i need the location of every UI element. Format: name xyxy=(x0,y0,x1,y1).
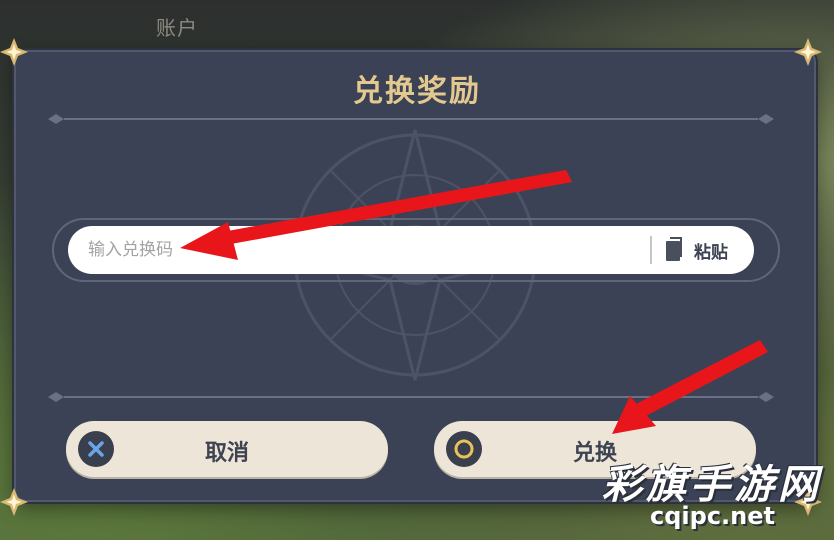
star-divider-icon xyxy=(48,392,774,402)
redeem-code-input[interactable] xyxy=(88,226,628,274)
paste-label: 粘贴 xyxy=(694,243,728,263)
watermark-en: cqipc.net xyxy=(650,502,775,530)
corner-ornament-icon xyxy=(0,488,28,516)
input-separator xyxy=(650,236,652,264)
account-tab-label: 账户 xyxy=(156,16,198,40)
cancel-button[interactable]: 取消 xyxy=(66,421,388,477)
corner-ornament-icon xyxy=(0,38,28,66)
dialog-title: 兑换奖励 xyxy=(353,74,481,109)
star-divider-icon xyxy=(48,114,774,124)
cancel-button-label: 取消 xyxy=(204,441,249,466)
site-watermark: 彩旗手游网 cqipc.net xyxy=(594,452,830,538)
redeem-code-field: 粘贴 xyxy=(68,226,754,274)
clipboard-icon xyxy=(666,237,682,261)
paste-button[interactable]: 粘贴 xyxy=(660,232,746,268)
corner-ornament-icon xyxy=(794,38,822,66)
